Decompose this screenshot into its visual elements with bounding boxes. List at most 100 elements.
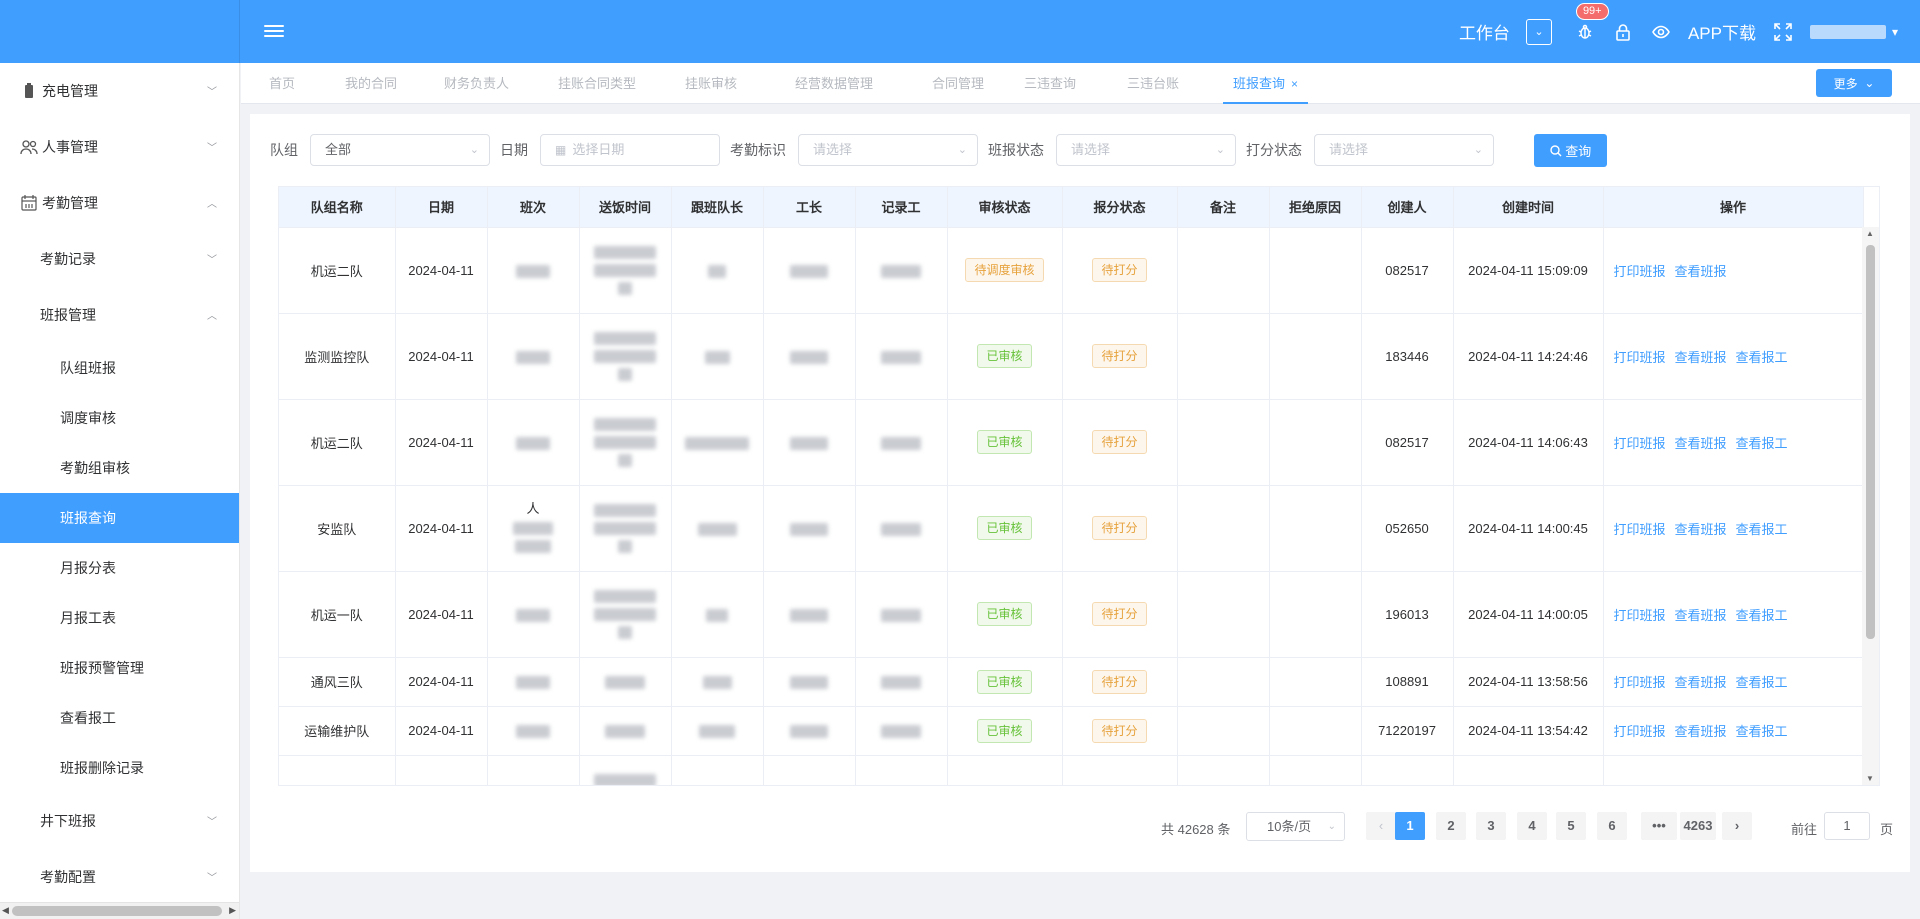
app-download-link[interactable]: APP下载	[1688, 19, 1756, 44]
actions-cell: 打印班报 查看班报	[1603, 227, 1864, 314]
bug-icon[interactable]: 99+	[1574, 2, 1609, 43]
tab-item[interactable]: 我的合同	[335, 63, 407, 104]
page-button[interactable]: 4263	[1680, 812, 1716, 840]
lock-icon[interactable]	[1612, 21, 1634, 43]
redacted-text	[790, 436, 828, 450]
action-link[interactable]: 查看报工	[1736, 522, 1788, 537]
scrollbar-thumb[interactable]	[12, 906, 222, 916]
page-button[interactable]: 5	[1556, 812, 1586, 840]
user-name-redacted[interactable]	[1809, 24, 1886, 39]
sidebar-item[interactable]: 考勤配置 ﹀	[0, 849, 239, 905]
creator-cell: 71220197	[1361, 706, 1454, 756]
sidebar-item[interactable]: 考勤管理 ︿	[0, 175, 239, 231]
tab-item[interactable]: 挂账合同类型	[548, 63, 646, 104]
prev-page-button[interactable]: ‹	[1366, 812, 1396, 840]
fullscreen-icon[interactable]	[1772, 21, 1794, 43]
redacted-block	[580, 589, 671, 639]
workbench-link[interactable]: 工作台	[1459, 19, 1510, 44]
audit-status-cell: 已审核	[947, 313, 1063, 400]
sidebar-item[interactable]: 班报删除记录	[0, 743, 239, 793]
query-label: 查询	[1565, 144, 1592, 159]
redacted-text	[881, 436, 921, 450]
page-size-select[interactable]: 10条/页 ⌄	[1246, 812, 1345, 841]
page-button[interactable]: 3	[1476, 812, 1506, 840]
action-link[interactable]: 查看班报	[1675, 522, 1727, 537]
tab-item[interactable]: 合同管理	[922, 63, 994, 104]
sidebar-item[interactable]: 考勤组审核	[0, 443, 239, 493]
sidebar-item[interactable]: 查看报工	[0, 693, 239, 743]
next-page-button[interactable]: ›	[1722, 812, 1752, 840]
sidebar-item[interactable]: 班报查询	[0, 493, 239, 543]
page-button[interactable]: 4	[1517, 812, 1547, 840]
action-link[interactable]: 打印班报	[1614, 264, 1666, 279]
action-link[interactable]: 查看班报	[1675, 436, 1727, 451]
action-link[interactable]: 查看报工	[1736, 436, 1788, 451]
action-link[interactable]: 查看报工	[1736, 350, 1788, 365]
sidebar-item[interactable]: 充电管理 ﹀	[0, 63, 239, 119]
sidebar-item[interactable]: 月报分表	[0, 543, 239, 593]
tab-item[interactable]: 三违查询	[1014, 63, 1086, 104]
sidebar-item[interactable]: 调度审核	[0, 393, 239, 443]
action-link[interactable]: 查看班报	[1675, 350, 1727, 365]
query-button[interactable]: 查询	[1534, 134, 1607, 167]
tab-item[interactable]: 经营数据管理	[785, 63, 883, 104]
action-link[interactable]: 打印班报	[1614, 522, 1666, 537]
scrollbar-thumb[interactable]	[1866, 245, 1875, 639]
date-picker[interactable]: ▦ 选择日期	[540, 134, 720, 166]
action-link[interactable]: 查看班报	[1675, 264, 1727, 279]
reject-reason-cell	[1269, 571, 1362, 658]
empty-cell	[579, 755, 672, 785]
action-link[interactable]: 打印班报	[1614, 675, 1666, 690]
tab-item[interactable]: 首页	[259, 63, 305, 104]
team-select[interactable]: 全部 ⌄	[310, 134, 490, 166]
action-link[interactable]: 查看报工	[1736, 608, 1788, 623]
more-tabs-button[interactable]: 更多 ⌄	[1816, 69, 1892, 97]
redacted-text	[708, 264, 726, 278]
action-link[interactable]: 查看班报	[1675, 608, 1727, 623]
action-link[interactable]: 打印班报	[1614, 724, 1666, 739]
sidebar-item[interactable]: 考勤记录 ﹀	[0, 231, 239, 287]
redacted-block	[488, 522, 579, 553]
attendance-mark-select[interactable]: 请选择 ⌄	[798, 134, 978, 166]
sidebar-item[interactable]: 队组班报	[0, 343, 239, 393]
tab-item[interactable]: 挂账审核	[675, 63, 747, 104]
recorder-cell	[855, 706, 948, 756]
page-button[interactable]: 1	[1395, 812, 1425, 840]
page-button[interactable]: 6	[1597, 812, 1627, 840]
shift-cell	[487, 657, 580, 707]
action-link[interactable]: 查看报工	[1736, 675, 1788, 690]
score-status-select[interactable]: 请选择 ⌄	[1314, 134, 1494, 166]
menu-toggle-icon[interactable]	[264, 22, 286, 40]
close-icon[interactable]: ×	[1291, 77, 1298, 91]
sidebar-item[interactable]: 班报预警管理	[0, 643, 239, 693]
goto-page-input[interactable]: 1	[1824, 812, 1870, 840]
score-status-cell: 待打分	[1062, 313, 1178, 400]
scroll-up-icon[interactable]: ▲	[1866, 229, 1874, 238]
sidebar-horizontal-scrollbar[interactable]: ◀ ▶	[0, 902, 239, 919]
action-link[interactable]: 查看班报	[1675, 675, 1727, 690]
workbench-dropdown-icon[interactable]: ⌄	[1525, 18, 1552, 45]
sidebar-item[interactable]: 人事管理 ﹀	[0, 119, 239, 175]
tab-item[interactable]: 三违台账	[1117, 63, 1189, 104]
user-dropdown-icon[interactable]: ▾	[1892, 25, 1898, 39]
eye-icon[interactable]	[1650, 21, 1672, 43]
sidebar-item[interactable]: 井下班报 ﹀	[0, 793, 239, 849]
page-button[interactable]: 2	[1436, 812, 1466, 840]
tab-item[interactable]: 班报查询 ×	[1223, 63, 1309, 104]
sidebar-item[interactable]: 月报工表	[0, 593, 239, 643]
action-link[interactable]: 打印班报	[1614, 350, 1666, 365]
action-link[interactable]: 打印班报	[1614, 436, 1666, 451]
action-link[interactable]: 查看报工	[1736, 724, 1788, 739]
sidebar-item[interactable]: 班报管理 ︿	[0, 287, 239, 343]
tab-item[interactable]: 财务负责人	[434, 63, 519, 104]
scroll-down-icon[interactable]: ▼	[1866, 774, 1874, 783]
creator-cell: 052650	[1361, 485, 1454, 572]
report-status-select[interactable]: 请选择 ⌄	[1056, 134, 1236, 166]
action-link[interactable]: 打印班报	[1614, 608, 1666, 623]
date-label: 日期	[500, 142, 528, 158]
scroll-left-icon[interactable]: ◀	[2, 905, 9, 916]
scroll-right-icon[interactable]: ▶	[229, 905, 236, 916]
action-link[interactable]: 查看班报	[1675, 724, 1727, 739]
page-button[interactable]: •••	[1641, 812, 1677, 840]
table-vertical-scrollbar[interactable]: ▲ ▼	[1862, 227, 1879, 785]
